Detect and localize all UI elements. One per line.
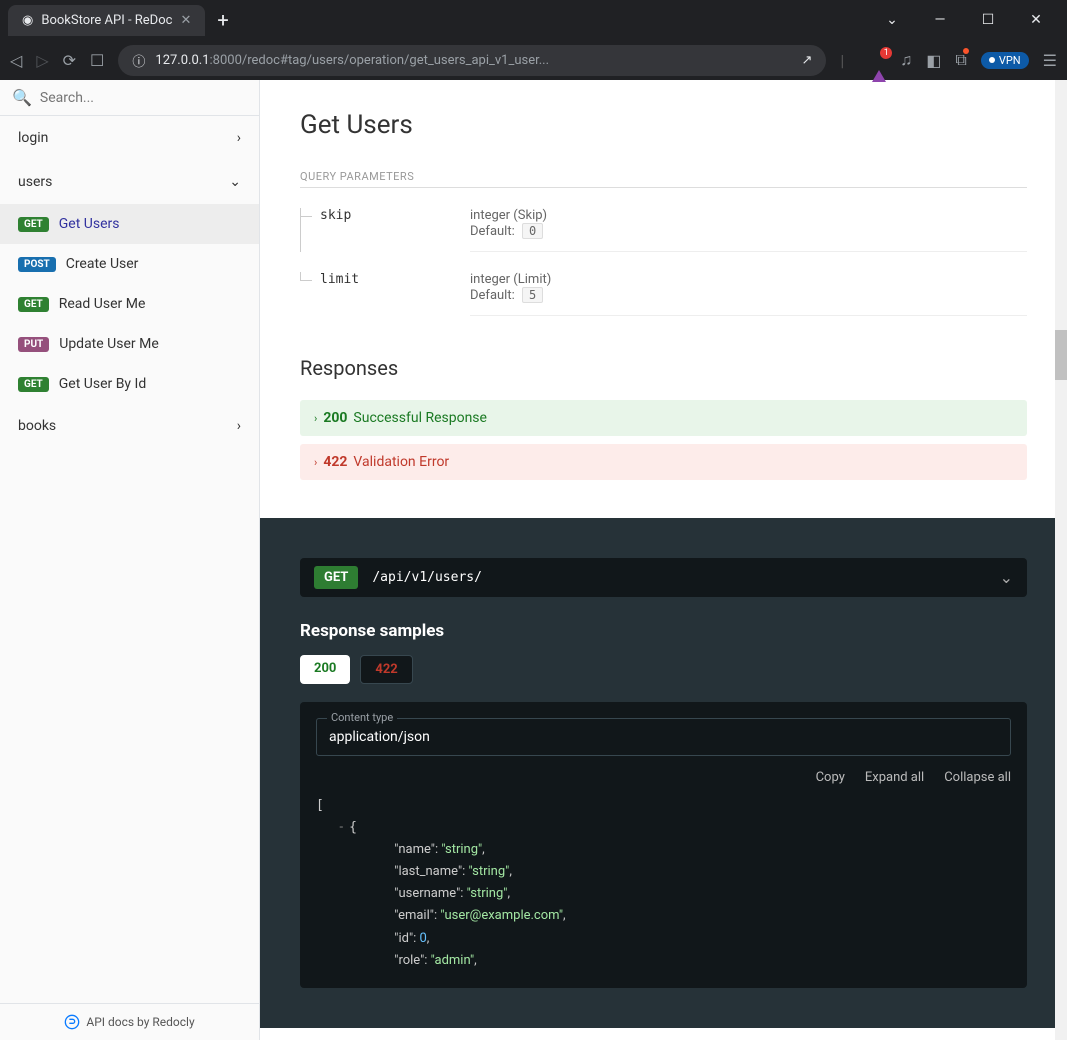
param-row: skipinteger (Skip)Default: 0 [300, 208, 1027, 252]
url-text: 127.0.0.1:8000/redoc#tag/users/operation… [155, 53, 549, 68]
chevron-icon: › [237, 418, 241, 434]
content: Get Users QUERY PARAMETERS skipinteger (… [260, 80, 1067, 1040]
chevron-right-icon: › [314, 412, 317, 425]
tab-close-icon[interactable]: ✕ [180, 13, 191, 28]
endpoint-method-badge: GET [314, 566, 358, 589]
new-tab-button[interactable]: + [217, 8, 228, 32]
content-type-box[interactable]: Content type application/json [316, 718, 1011, 756]
search-icon: 🔍 [12, 88, 32, 107]
method-badge: POST [18, 257, 56, 272]
reload-button[interactable]: ⟳ [63, 51, 76, 70]
chevron-right-icon: › [314, 456, 317, 469]
browser-chrome: ◉ BookStore API - ReDoc ✕ + ⌄ — ☐ ✕ ◁ ▷ … [0, 0, 1067, 80]
nav-section-login[interactable]: login› [0, 116, 259, 160]
rewards-icon[interactable]: 1 [872, 51, 886, 70]
responses-title: Responses [300, 356, 1027, 380]
param-details: integer (Skip)Default: 0 [470, 208, 1027, 252]
nav-item[interactable]: GET Get Users [0, 204, 259, 244]
expand-all-button[interactable]: Expand all [865, 770, 924, 785]
response-422[interactable]: › 422 Validation Error [300, 444, 1027, 480]
browser-tab[interactable]: ◉ BookStore API - ReDoc ✕ [8, 5, 205, 36]
nav-item-label: Get Users [59, 216, 120, 232]
nav-section-books[interactable]: books› [0, 404, 259, 448]
samples-panel: GET /api/v1/users/ ⌄ Response samples 20… [260, 518, 1067, 1028]
site-info-icon[interactable]: ⓘ [132, 51, 145, 70]
nav-bar: ◁ ▷ ⟳ ☐ ⓘ 127.0.0.1:8000/redoc#tag/users… [0, 40, 1067, 80]
operation-panel: Get Users QUERY PARAMETERS skipinteger (… [260, 80, 1067, 518]
maximize-button[interactable]: ☐ [973, 12, 1003, 28]
sidebar: 🔍 login›users⌄ GET Get Users POST Create Use… [0, 80, 260, 1040]
url-bar[interactable]: ⓘ 127.0.0.1:8000/redoc#tag/users/operati… [118, 45, 826, 76]
close-window-button[interactable]: ✕ [1021, 12, 1051, 28]
bookmark-icon[interactable]: ☐ [90, 51, 104, 70]
param-row: limitinteger (Limit)Default: 5 [300, 272, 1027, 316]
param-name: limit [300, 272, 470, 316]
nav-item[interactable]: GET Read User Me [0, 284, 259, 324]
content-type-label: Content type [327, 711, 397, 724]
back-button[interactable]: ◁ [10, 51, 22, 70]
sidebar-footer[interactable]: API docs by Redocly [0, 1003, 259, 1040]
nav-item[interactable]: PUT Update User Me [0, 324, 259, 364]
scrollbar-track[interactable] [1055, 80, 1067, 1040]
forward-button[interactable]: ▷ [36, 51, 48, 70]
chevron-icon: ⌄ [229, 174, 241, 190]
sidebar-toggle-icon[interactable]: ◧ [926, 51, 941, 70]
share-icon[interactable]: ↗ [801, 53, 812, 68]
nav-item-label: Read User Me [59, 296, 146, 312]
method-badge: PUT [18, 337, 49, 352]
search-box[interactable]: 🔍 [0, 80, 259, 116]
nav-item-label: Get User By Id [59, 376, 146, 392]
page-title: Get Users [300, 110, 1027, 140]
nav-item-label: Create User [66, 256, 139, 272]
copy-button[interactable]: Copy [816, 770, 845, 785]
nav-item[interactable]: POST Create User [0, 244, 259, 284]
sample-tab-422[interactable]: 422 [360, 655, 412, 684]
response-200[interactable]: › 200 Successful Response [300, 400, 1027, 436]
music-icon[interactable]: ♫ [900, 50, 912, 70]
chevron-down-icon: ⌄ [1000, 568, 1013, 587]
nav-section-users[interactable]: users⌄ [0, 160, 259, 204]
endpoint-path: /api/v1/users/ [372, 570, 999, 585]
main-menu-icon[interactable]: ☰ [1043, 51, 1057, 70]
content-type-value: application/json [329, 729, 998, 745]
minimize-button[interactable]: — [925, 12, 955, 28]
method-badge: GET [18, 377, 49, 392]
redoc-app: 🔍 login›users⌄ GET Get Users POST Create Use… [0, 80, 1067, 1040]
collapse-all-button[interactable]: Collapse all [944, 770, 1011, 785]
sample-tabs: 200 422 [300, 655, 1027, 684]
param-name: skip [300, 208, 470, 252]
sample-box: Content type application/json Copy Expan… [300, 702, 1027, 988]
method-badge: GET [18, 297, 49, 312]
chevron-down-icon[interactable]: ⌄ [877, 12, 907, 28]
code-actions: Copy Expand all Collapse all [316, 770, 1011, 785]
param-details: integer (Limit)Default: 5 [470, 272, 1027, 316]
tab-bar: ◉ BookStore API - ReDoc ✕ + ⌄ — ☐ ✕ [0, 0, 1067, 40]
scrollbar-thumb[interactable] [1055, 330, 1067, 380]
default-value: 0 [522, 223, 543, 239]
redocly-icon [64, 1014, 80, 1030]
tab-fav-icon: ◉ [22, 13, 33, 28]
nav-list: login›users⌄ GET Get Users POST Create User G… [0, 116, 259, 1003]
json-sample[interactable]: [ -{ "name": "string", "last_name": "str… [316, 795, 1011, 972]
pip-icon[interactable]: ⧉ [955, 50, 966, 70]
search-input[interactable] [40, 90, 247, 106]
endpoint-bar[interactable]: GET /api/v1/users/ ⌄ [300, 558, 1027, 597]
window-controls: ⌄ — ☐ ✕ [877, 12, 1059, 28]
collapse-toggle[interactable]: - [339, 820, 343, 835]
chevron-icon: › [237, 130, 241, 146]
tab-title: BookStore API - ReDoc [41, 13, 172, 28]
method-badge: GET [18, 217, 49, 232]
nav-item[interactable]: GET Get User By Id [0, 364, 259, 404]
response-samples-title: Response samples [300, 621, 1027, 641]
sample-tab-200[interactable]: 200 [300, 655, 350, 684]
nav-item-label: Update User Me [59, 336, 159, 352]
query-params-label: QUERY PARAMETERS [300, 170, 1027, 188]
default-value: 5 [522, 287, 543, 303]
vpn-button[interactable]: VPN [981, 52, 1029, 69]
